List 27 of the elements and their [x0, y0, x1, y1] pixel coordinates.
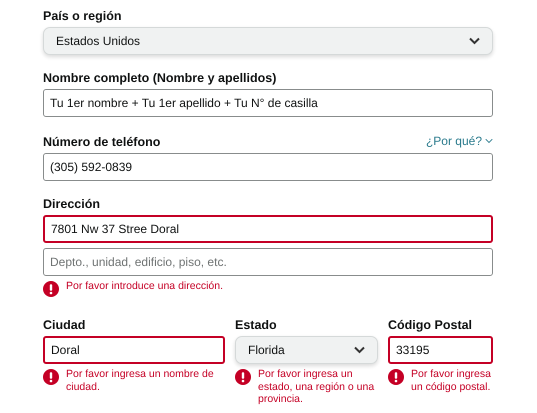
field-label: Dirección: [43, 196, 100, 212]
error-message: Por favor ingresa un estado, una región o una provincia.: [258, 368, 376, 406]
chevron-down-icon: [469, 37, 480, 45]
input-field[interactable]: 7801 Nw 37 Stree Doral: [43, 215, 493, 243]
error-message: Por favor ingresa un código postal.: [411, 368, 492, 393]
error-message: Por favor ingresa un nombre de ciudad.: [66, 368, 215, 393]
input-field[interactable]: Doral: [43, 336, 225, 364]
input-field[interactable]: Tu 1er nombre + Tu 1er apellido + Tu N° de casilla: [43, 89, 493, 117]
field-label: Nombre completo (Nombre y apellidos): [43, 70, 276, 86]
select-dropdown[interactable]: Florida: [235, 336, 378, 364]
field-label: Código Postal: [388, 317, 472, 333]
error-icon: [235, 369, 251, 385]
why-link[interactable]: ¿Por qué?: [426, 132, 493, 150]
field-label: Número de teléfono: [43, 134, 160, 150]
chevron-down-icon: [485, 138, 493, 144]
error-icon: [43, 281, 59, 297]
input-field[interactable]: (305) 592-0839: [43, 153, 493, 181]
field-label: Ciudad: [43, 317, 86, 333]
input-field[interactable]: 33195: [388, 336, 493, 364]
field-label: País o región: [43, 8, 122, 24]
error-icon: [388, 369, 404, 385]
error-icon: [43, 369, 59, 385]
chevron-down-icon: [354, 346, 365, 354]
select-dropdown[interactable]: Estados Unidos: [43, 27, 493, 55]
error-message: Por favor introduce una dirección.: [66, 280, 224, 292]
input-field[interactable]: Depto., unidad, edificio, piso, etc.: [43, 248, 493, 276]
field-label: Estado: [235, 317, 277, 333]
